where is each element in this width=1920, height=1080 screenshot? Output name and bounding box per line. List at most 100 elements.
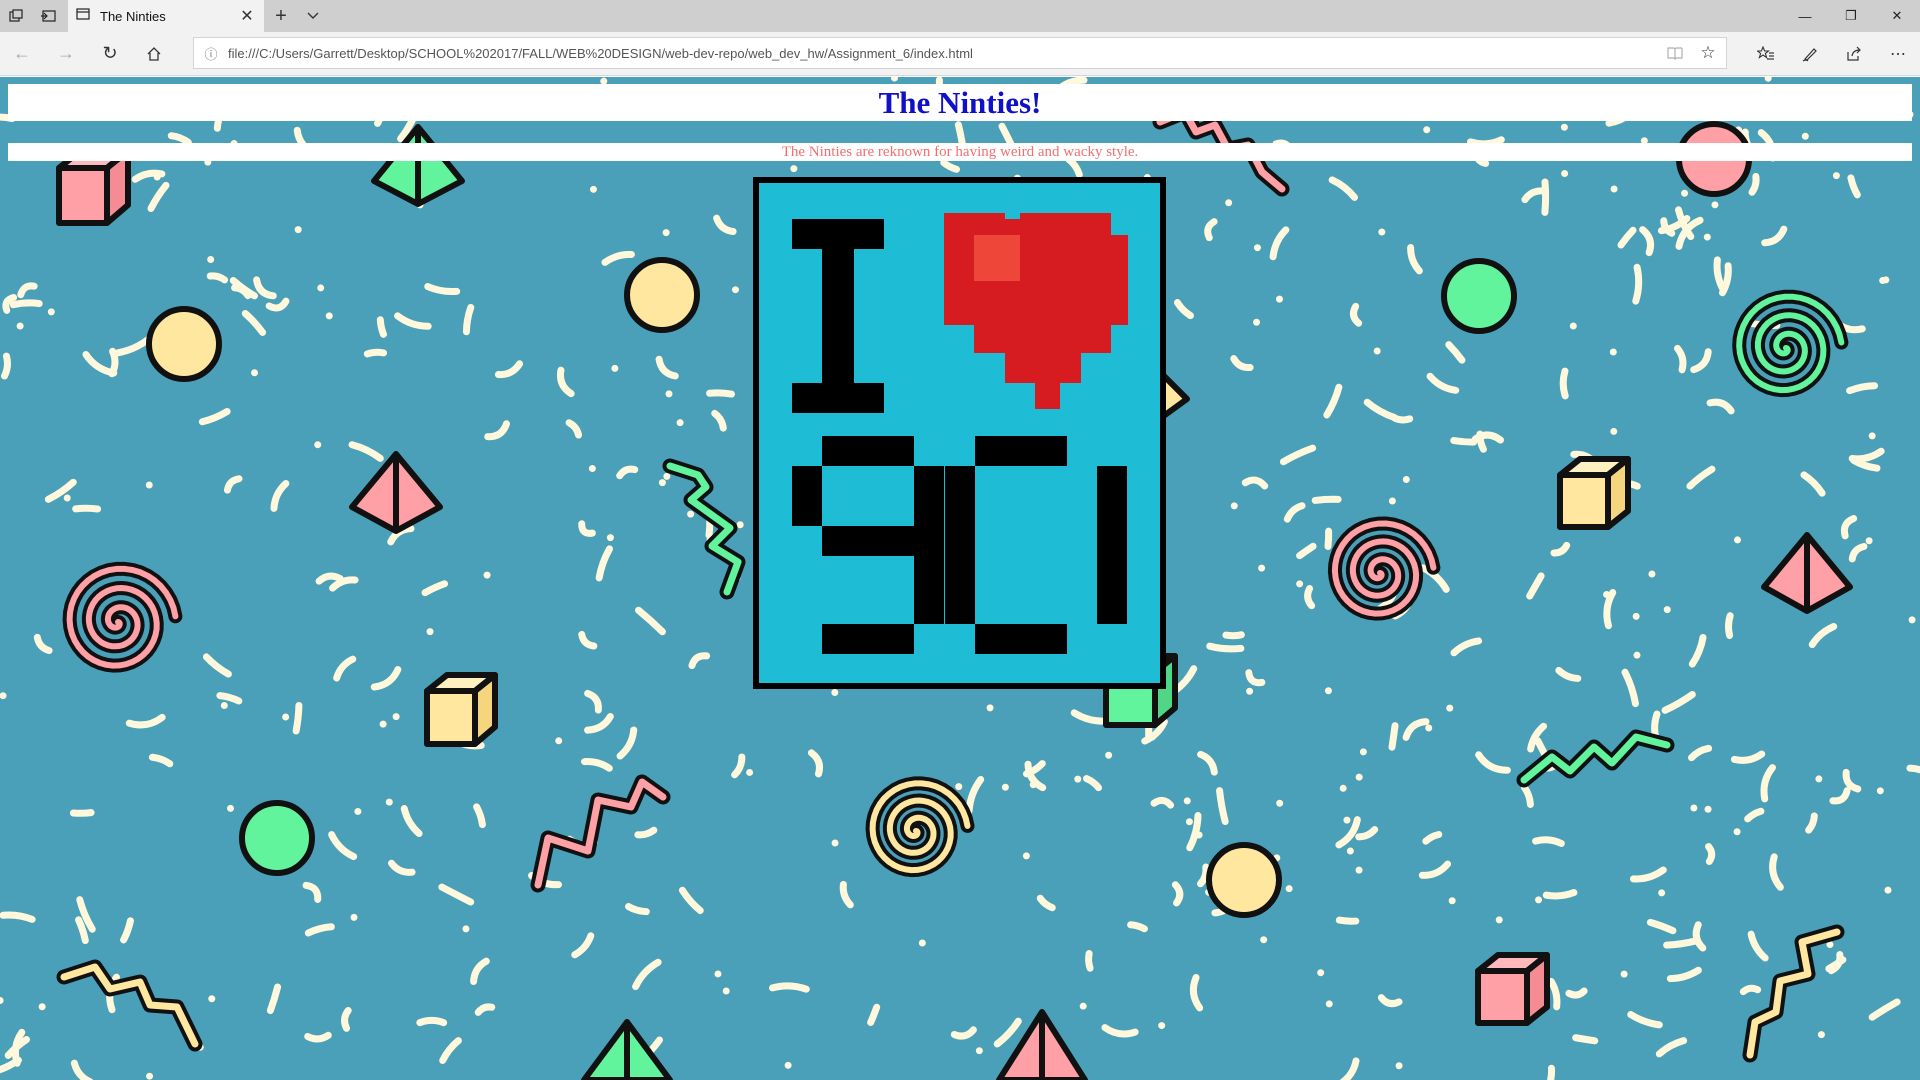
confetti-dash — [1323, 383, 1343, 419]
confetti-dash — [69, 809, 95, 817]
confetti-dash — [1658, 889, 1666, 897]
confetti-dash — [470, 957, 490, 985]
chevron-down-icon[interactable] — [298, 0, 328, 32]
confetti-dash — [385, 798, 393, 806]
confetti-dash — [1621, 668, 1639, 708]
browser-tab[interactable]: The Ninties ✕ — [68, 0, 264, 32]
confetti-dash — [1706, 398, 1735, 415]
reading-view-icon[interactable] — [1660, 46, 1690, 60]
toolbar-right: ⋯ — [1744, 32, 1920, 76]
restore-icon[interactable]: ❐ — [1828, 0, 1874, 32]
info-icon[interactable]: ⓘ — [194, 44, 228, 63]
confetti-dash — [1520, 784, 1534, 808]
confetti-dash — [474, 1003, 496, 1016]
confetti-dash — [1730, 750, 1766, 764]
new-tab-icon[interactable]: + — [264, 0, 298, 32]
pink-cube-shape — [1475, 952, 1550, 1026]
confetti-dash — [1324, 527, 1333, 550]
share-icon[interactable] — [1832, 32, 1876, 76]
forward-arrow-icon[interactable]: → — [44, 32, 88, 76]
confetti-dash — [484, 420, 510, 441]
confetti-dash — [1101, 1024, 1139, 1038]
confetti-dash — [1423, 126, 1431, 134]
confetti-dash — [1391, 414, 1414, 424]
confetti-dash — [1196, 863, 1210, 888]
confetti-dash — [1001, 783, 1009, 791]
confetti-dash — [376, 316, 387, 338]
address-text[interactable]: file:///C:/Users/Garrett/Desktop/SCHOOL%… — [228, 46, 1660, 61]
confetti-dash — [1446, 704, 1454, 712]
pink-pyramid-shape — [996, 1009, 1088, 1080]
close-tab-icon[interactable]: ✕ — [238, 6, 256, 26]
confetti-dash — [1829, 787, 1851, 805]
confetti-dash — [1185, 818, 1193, 826]
confetti-dash — [341, 1007, 352, 1032]
confetti-dash — [1036, 894, 1056, 912]
confetti-dash — [1603, 591, 1611, 599]
confetti-dash — [1246, 687, 1254, 695]
confetti-dash — [993, 1017, 1022, 1048]
page-icon — [76, 7, 90, 26]
pen-icon[interactable] — [1788, 32, 1832, 76]
confetti-dash — [198, 407, 231, 426]
confetti-dash — [1285, 885, 1293, 893]
confetti-dash — [421, 580, 449, 597]
confetti-dash — [1761, 225, 1788, 247]
confetti-dash — [1388, 497, 1396, 505]
confetti-dash — [706, 389, 735, 398]
confetti-dash — [1800, 471, 1826, 497]
confetti-dash — [1526, 572, 1545, 600]
confetti-dash — [314, 441, 322, 449]
home-icon[interactable] — [132, 32, 176, 76]
confetti-dash — [555, 737, 563, 745]
confetti-dash — [1189, 974, 1204, 1012]
confetti-dash — [1692, 921, 1707, 952]
confetti-dash — [1402, 718, 1430, 741]
set-aside-tabs-icon[interactable] — [32, 0, 64, 32]
confetti-dash — [831, 839, 839, 847]
favorites-icon[interactable] — [1744, 32, 1788, 76]
confetti-dash — [1769, 853, 1784, 891]
confetti-dash — [918, 939, 926, 947]
favorite-star-icon[interactable]: ☆ — [1690, 43, 1726, 63]
confetti-dash — [1627, 1011, 1663, 1029]
confetti-dash — [731, 286, 739, 294]
confetti-dash — [1815, 775, 1823, 783]
tab-preview-icon[interactable] — [0, 0, 32, 32]
confetti-dash — [589, 185, 597, 193]
confetti-dash — [663, 472, 671, 480]
confetti-dash — [965, 775, 985, 815]
confetti-dash — [38, 1003, 46, 1011]
confetti-dash — [1661, 690, 1696, 714]
close-window-icon[interactable]: ✕ — [1874, 0, 1920, 32]
confetti-dash — [1876, 787, 1884, 795]
address-bar[interactable]: ⓘ file:///C:/Users/Garrett/Desktop/SCHOO… — [193, 37, 1727, 69]
confetti-dash — [1388, 722, 1399, 751]
heart-icon — [944, 213, 1128, 409]
confetti-dash — [1705, 843, 1716, 866]
confetti-dash — [1688, 633, 1707, 668]
confetti-dash — [807, 749, 824, 778]
poster-number-9 — [792, 436, 944, 654]
confetti-dash — [438, 883, 475, 906]
refresh-icon[interactable]: ↻ — [88, 32, 132, 76]
confetti-dash — [1547, 1064, 1556, 1080]
confetti-dash — [1560, 123, 1568, 131]
back-arrow-icon[interactable]: ← — [0, 32, 44, 76]
confetti-dash — [216, 692, 243, 705]
confetti-dash — [1747, 930, 1769, 962]
poster-number-0 — [945, 436, 1127, 654]
confetti-dash — [1355, 826, 1379, 841]
confetti-dash — [1868, 432, 1876, 440]
confetti-dash — [1275, 295, 1283, 303]
confetti-dash — [207, 256, 215, 264]
yellow-circle-shape — [624, 257, 700, 333]
confetti-dash — [1648, 570, 1656, 578]
more-icon[interactable]: ⋯ — [1876, 32, 1920, 76]
confetti-dash — [1373, 347, 1381, 355]
confetti-dash — [16, 322, 24, 330]
confetti-dash — [1801, 132, 1809, 140]
confetti-dash — [635, 606, 666, 636]
confetti-dash — [1359, 748, 1367, 756]
minimize-icon[interactable]: — — [1782, 0, 1828, 32]
